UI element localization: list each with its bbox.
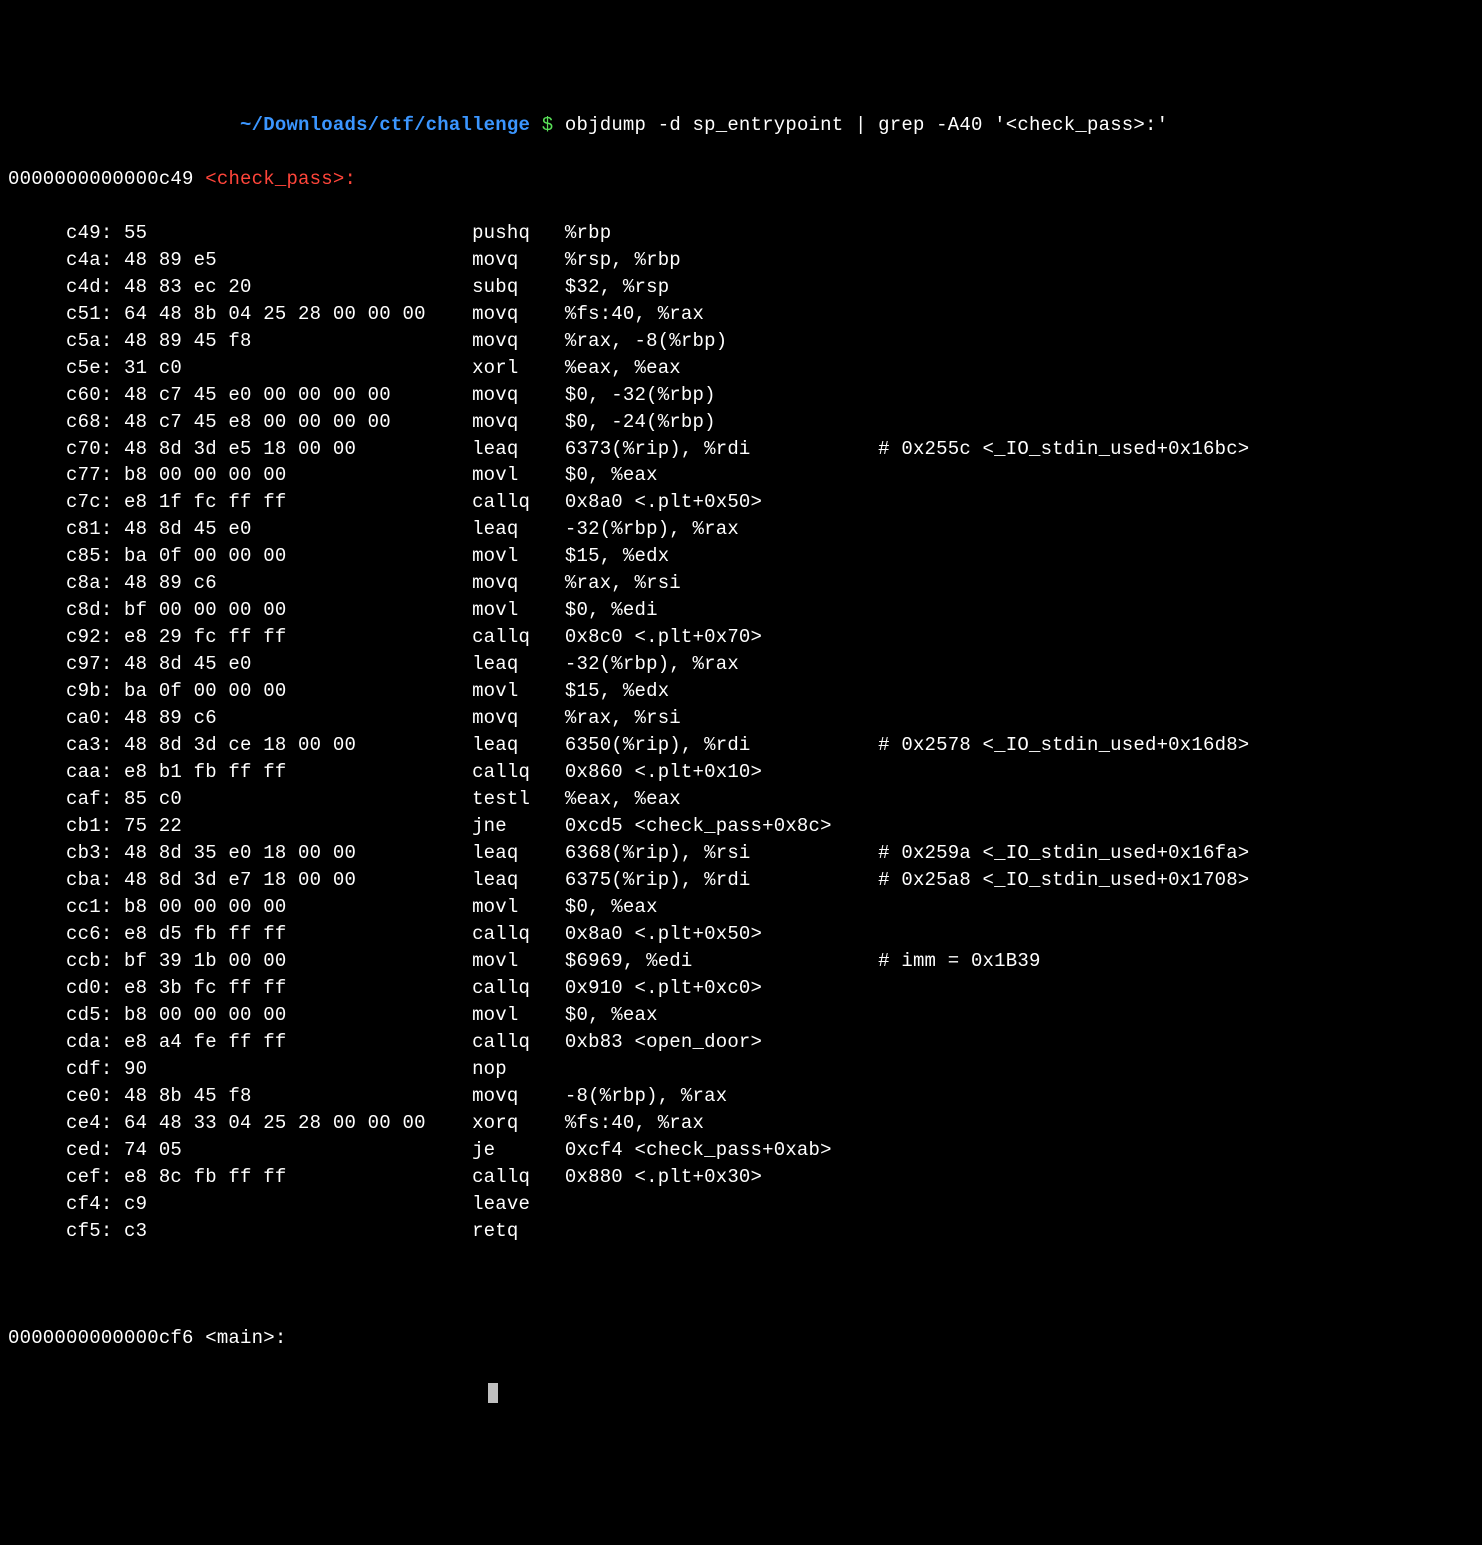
disasm-line: c81: 48 8d 45 e0 leaq -32(%rbp), %rax bbox=[8, 516, 1474, 543]
disasm-line: cba: 48 8d 3d e7 18 00 00 leaq 6375(%rip… bbox=[8, 867, 1474, 894]
disasm-line: ca3: 48 8d 3d ce 18 00 00 leaq 6350(%rip… bbox=[8, 732, 1474, 759]
footer-text: 0000000000000cf6 <main>: bbox=[8, 1327, 286, 1349]
disasm-line: c77: b8 00 00 00 00 movl $0, %eax bbox=[8, 462, 1474, 489]
disasm-line: c60: 48 c7 45 e0 00 00 00 00 movq $0, -3… bbox=[8, 382, 1474, 409]
disasm-line: c5e: 31 c0 xorl %eax, %eax bbox=[8, 355, 1474, 382]
disasm-line: cb3: 48 8d 35 e0 18 00 00 leaq 6368(%rip… bbox=[8, 840, 1474, 867]
disasm-line: cd0: e8 3b fc ff ff callq 0x910 <.plt+0x… bbox=[8, 975, 1474, 1002]
command-text[interactable]: objdump -d sp_entrypoint | grep -A40 '<c… bbox=[565, 114, 1168, 136]
disasm-line: ccb: bf 39 1b 00 00 movl $6969, %edi # i… bbox=[8, 948, 1474, 975]
disasm-line: ced: 74 05 je 0xcf4 <check_pass+0xab> bbox=[8, 1137, 1474, 1164]
disasm-line: cc6: e8 d5 fb ff ff callq 0x8a0 <.plt+0x… bbox=[8, 921, 1474, 948]
disasm-line: c51: 64 48 8b 04 25 28 00 00 00 movq %fs… bbox=[8, 301, 1474, 328]
disasm-line: cf5: c3 retq bbox=[8, 1218, 1474, 1245]
disasm-line: ce0: 48 8b 45 f8 movq -8(%rbp), %rax bbox=[8, 1083, 1474, 1110]
disasm-line: ca0: 48 89 c6 movq %rax, %rsi bbox=[8, 705, 1474, 732]
disasm-line: c70: 48 8d 3d e5 18 00 00 leaq 6373(%rip… bbox=[8, 436, 1474, 463]
terminal-cursor[interactable] bbox=[488, 1383, 498, 1403]
disasm-line: c4d: 48 83 ec 20 subq $32, %rsp bbox=[8, 274, 1474, 301]
cursor-line[interactable] bbox=[8, 1379, 1474, 1406]
disasm-line: c7c: e8 1f fc ff ff callq 0x8a0 <.plt+0x… bbox=[8, 489, 1474, 516]
disasm-line: c9b: ba 0f 00 00 00 movl $15, %edx bbox=[8, 678, 1474, 705]
disasm-line: c85: ba 0f 00 00 00 movl $15, %edx bbox=[8, 543, 1474, 570]
disasm-line: cd5: b8 00 00 00 00 movl $0, %eax bbox=[8, 1002, 1474, 1029]
prompt-dollar: $ bbox=[530, 114, 565, 136]
function-label: <check_pass>: bbox=[205, 168, 356, 190]
disasm-line: cf4: c9 leave bbox=[8, 1191, 1474, 1218]
header-address: 0000000000000c49 bbox=[8, 168, 205, 190]
disasm-line: c97: 48 8d 45 e0 leaq -32(%rbp), %rax bbox=[8, 651, 1474, 678]
disasm-line: cef: e8 8c fb ff ff callq 0x880 <.plt+0x… bbox=[8, 1164, 1474, 1191]
disasm-line: cdf: 90 nop bbox=[8, 1056, 1474, 1083]
disasm-line: cda: e8 a4 fe ff ff callq 0xb83 <open_do… bbox=[8, 1029, 1474, 1056]
disasm-line: c8a: 48 89 c6 movq %rax, %rsi bbox=[8, 570, 1474, 597]
disasm-line: c68: 48 c7 45 e8 00 00 00 00 movq $0, -2… bbox=[8, 409, 1474, 436]
disasm-line: c92: e8 29 fc ff ff callq 0x8c0 <.plt+0x… bbox=[8, 624, 1474, 651]
disasm-line: cb1: 75 22 jne 0xcd5 <check_pass+0x8c> bbox=[8, 813, 1474, 840]
blank-line bbox=[8, 1272, 1474, 1299]
prompt-line: ~/Downloads/ctf/challenge $ objdump -d s… bbox=[8, 112, 1474, 139]
disasm-line: cc1: b8 00 00 00 00 movl $0, %eax bbox=[8, 894, 1474, 921]
disasm-line: c49: 55 pushq %rbp bbox=[8, 220, 1474, 247]
disasm-line: c5a: 48 89 45 f8 movq %rax, -8(%rbp) bbox=[8, 328, 1474, 355]
disasm-line: ce4: 64 48 33 04 25 28 00 00 00 xorq %fs… bbox=[8, 1110, 1474, 1137]
disasm-line: caa: e8 b1 fb ff ff callq 0x860 <.plt+0x… bbox=[8, 759, 1474, 786]
function-header: 0000000000000c49 <check_pass>: bbox=[8, 166, 1474, 193]
disasm-line: c8d: bf 00 00 00 00 movl $0, %edi bbox=[8, 597, 1474, 624]
disasm-line: caf: 85 c0 testl %eax, %eax bbox=[8, 786, 1474, 813]
disassembly-output: c49: 55 pushq %rbp c4a: 48 89 e5 movq %r… bbox=[8, 220, 1474, 1245]
footer-line: 0000000000000cf6 <main>: bbox=[8, 1325, 1474, 1352]
prompt-path: ~/Downloads/ctf/challenge bbox=[240, 114, 530, 136]
disasm-line: c4a: 48 89 e5 movq %rsp, %rbp bbox=[8, 247, 1474, 274]
